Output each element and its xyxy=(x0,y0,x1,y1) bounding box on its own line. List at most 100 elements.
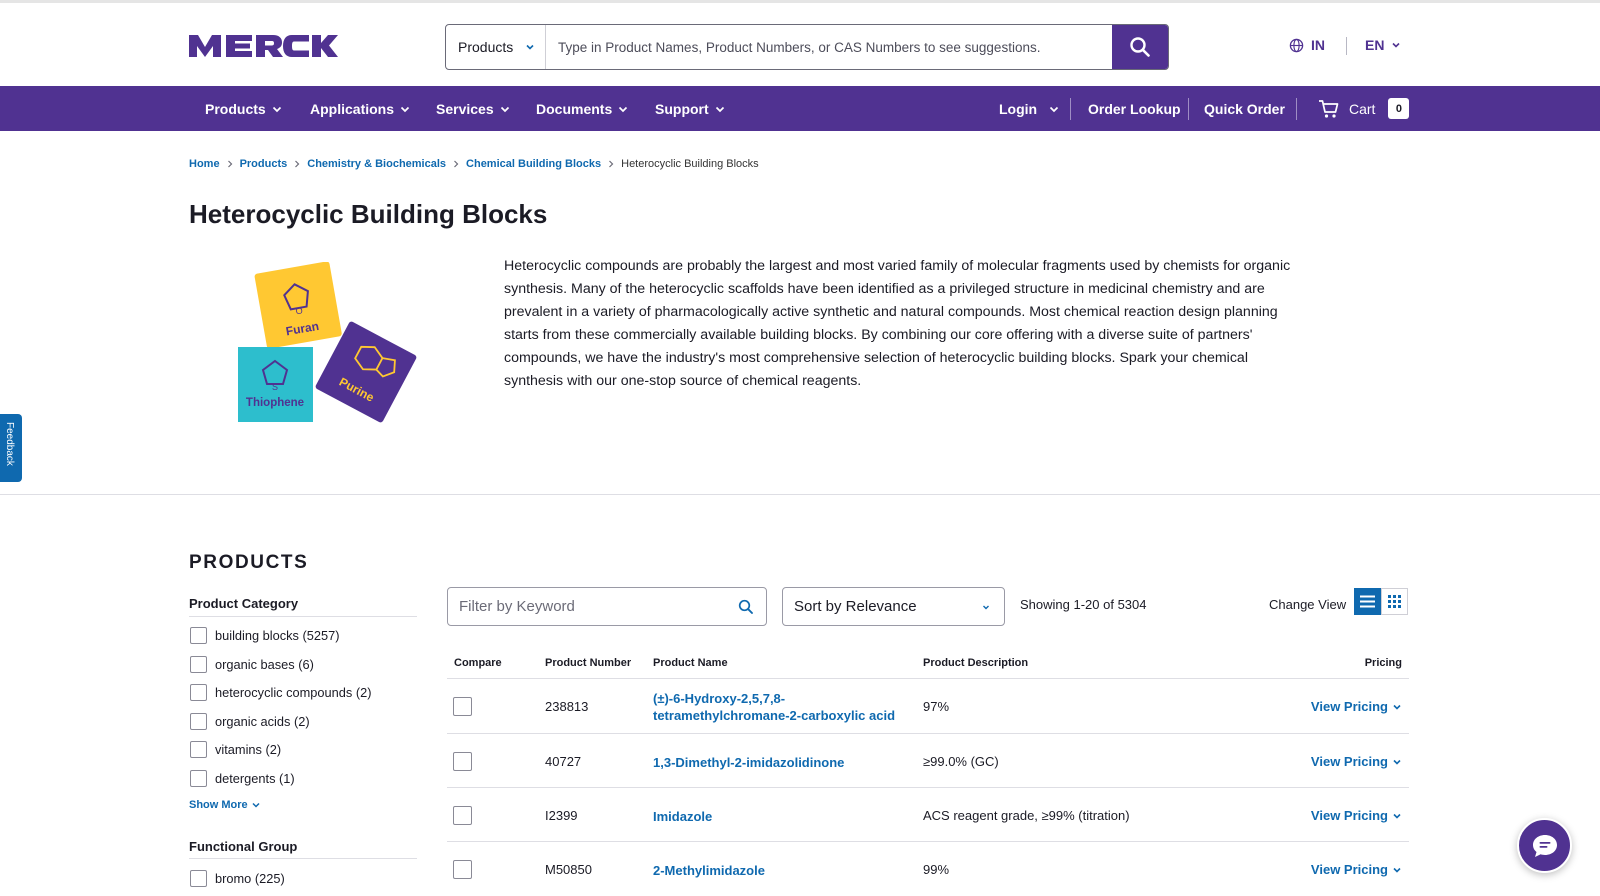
row-divider xyxy=(447,733,1409,734)
view-pricing-button[interactable]: View Pricing xyxy=(1311,808,1402,823)
site-search: Products xyxy=(445,24,1169,70)
chevron-down-icon xyxy=(526,44,534,50)
cart-button[interactable]: Cart 0 xyxy=(1318,86,1410,131)
facet-option-label: bromo (225) xyxy=(215,871,285,886)
order-lookup-link[interactable]: Order Lookup xyxy=(1088,86,1181,131)
column-header-description: Product Description xyxy=(923,657,1029,669)
column-header-product-name: Product Name xyxy=(653,657,728,669)
checkbox[interactable] xyxy=(190,870,207,887)
chevron-down-icon xyxy=(715,106,724,112)
checkbox[interactable] xyxy=(190,770,207,787)
sort-select[interactable]: Sort by Relevance xyxy=(782,587,1005,626)
product-description: ≥99.0% (GC) xyxy=(923,754,999,769)
chevron-right-icon xyxy=(454,160,459,168)
facet-divider xyxy=(189,616,417,617)
list-icon xyxy=(1360,595,1375,608)
search-category-label: Products xyxy=(458,39,514,55)
chevron-down-icon xyxy=(500,106,509,112)
search-button[interactable] xyxy=(1112,25,1168,69)
facet-option-label: organic acids (2) xyxy=(215,714,310,729)
login-menu[interactable]: Login xyxy=(999,86,1060,131)
product-name-line: tetramethylchromane-2-carboxylic acid xyxy=(653,708,896,723)
product-number: 238813 xyxy=(545,699,589,714)
product-name-link[interactable]: 1,3-Dimethyl-2-imidazolidinone xyxy=(653,754,844,771)
nav-label: Services xyxy=(436,100,494,117)
chevron-down-icon xyxy=(1050,106,1059,112)
region-label: IN xyxy=(1311,37,1325,53)
product-name-link[interactable]: Imidazole xyxy=(653,808,712,825)
compare-checkbox[interactable] xyxy=(453,806,472,825)
merck-logo[interactable] xyxy=(189,31,338,61)
facet-divider xyxy=(189,858,417,859)
globe-icon xyxy=(1289,38,1304,52)
section-divider xyxy=(0,494,1600,495)
compare-checkbox[interactable] xyxy=(453,697,472,716)
language-selector[interactable]: EN xyxy=(1365,37,1402,53)
view-pricing-button[interactable]: View Pricing xyxy=(1311,754,1402,769)
checkbox[interactable] xyxy=(190,627,207,644)
product-name-link[interactable]: 2-Methylimidazole xyxy=(653,862,765,879)
nav-documents[interactable]: Documents xyxy=(536,86,629,131)
facet-title-functional-group: Functional Group xyxy=(189,839,298,854)
chevron-down-icon xyxy=(983,605,989,610)
checkbox[interactable] xyxy=(190,713,207,730)
search-category-select[interactable]: Products xyxy=(446,25,546,69)
view-pricing-label: View Pricing xyxy=(1310,754,1388,769)
thiophene-label: Thiophene xyxy=(246,397,304,409)
show-more-link[interactable]: Show More xyxy=(189,799,261,811)
chevron-down-icon xyxy=(1392,42,1401,48)
compare-checkbox[interactable] xyxy=(453,860,472,879)
facet-option[interactable]: organic bases (6) xyxy=(190,656,314,673)
breadcrumb-current: Heterocyclic Building Blocks xyxy=(621,158,759,170)
compare-checkbox[interactable] xyxy=(453,752,472,771)
language-label: EN xyxy=(1365,37,1385,53)
nav-services[interactable]: Services xyxy=(436,86,511,131)
quick-order-link[interactable]: Quick Order xyxy=(1204,86,1285,131)
chevron-right-icon xyxy=(609,160,614,168)
grid-view-button[interactable] xyxy=(1381,588,1408,615)
list-view-button[interactable] xyxy=(1354,588,1381,615)
order-lookup-label: Order Lookup xyxy=(1088,100,1181,117)
facet-option[interactable]: heterocyclic compounds (2) xyxy=(190,684,371,701)
breadcrumb-products[interactable]: Products xyxy=(240,158,288,170)
chevron-down-icon xyxy=(1393,813,1401,819)
facet-option[interactable]: organic acids (2) xyxy=(190,713,310,730)
facet-option[interactable]: detergents (1) xyxy=(190,770,295,787)
checkbox[interactable] xyxy=(190,684,207,701)
nav-support[interactable]: Support xyxy=(655,86,726,131)
view-pricing-button[interactable]: View Pricing xyxy=(1311,699,1402,714)
breadcrumb: Home Products Chemistry & Biochemicals C… xyxy=(189,158,759,170)
nav-label: Documents xyxy=(536,100,613,117)
facet-option[interactable]: vitamins (2) xyxy=(190,741,281,758)
nav-divider xyxy=(1188,98,1189,120)
view-pricing-button[interactable]: View Pricing xyxy=(1311,862,1402,877)
change-view-label: Change View xyxy=(1269,597,1347,612)
results-count: Showing 1-20 of 5304 xyxy=(1020,597,1147,612)
checkbox[interactable] xyxy=(190,741,207,758)
facet-title-product-category: Product Category xyxy=(189,596,299,611)
nav-applications[interactable]: Applications xyxy=(310,86,411,131)
breadcrumb-home[interactable]: Home xyxy=(189,158,220,170)
facet-option[interactable]: bromo (225) xyxy=(190,870,285,887)
feedback-tab[interactable]: Feedback xyxy=(0,414,22,482)
checkbox[interactable] xyxy=(190,656,207,673)
facet-option[interactable]: building blocks (5257) xyxy=(190,627,340,644)
region-selector[interactable]: IN xyxy=(1289,37,1325,53)
product-name-link[interactable]: (±)-6-Hydroxy-2,5,7,8- tetramethylchroma… xyxy=(653,690,895,724)
login-label: Login xyxy=(999,100,1038,117)
category-description: Heterocyclic compounds are probably the … xyxy=(504,258,1291,389)
heterocycle-illustration: O Furan S Thiophene Purine xyxy=(238,261,428,434)
chevron-down-icon xyxy=(272,106,281,112)
search-icon[interactable] xyxy=(738,599,754,615)
chat-icon xyxy=(1532,834,1557,857)
search-input[interactable] xyxy=(546,25,1112,69)
breadcrumb-building-blocks[interactable]: Chemical Building Blocks xyxy=(466,158,601,170)
grid-icon xyxy=(1388,595,1401,608)
breadcrumb-chemistry[interactable]: Chemistry & Biochemicals xyxy=(307,158,446,170)
keyword-filter-input[interactable] xyxy=(448,598,738,615)
nav-products[interactable]: Products xyxy=(205,86,283,131)
facet-option-label: building blocks (5257) xyxy=(215,628,340,643)
chat-button[interactable] xyxy=(1517,818,1572,873)
sort-label: Sort by Relevance xyxy=(794,598,917,615)
locale-divider xyxy=(1346,37,1347,55)
